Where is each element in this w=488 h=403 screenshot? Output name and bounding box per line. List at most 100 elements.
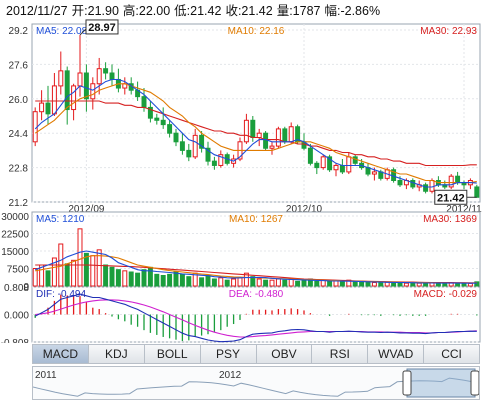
candle <box>391 167 397 183</box>
volume-bar <box>71 259 77 287</box>
candle-body <box>96 68 102 85</box>
volume-tick-label: 22500 <box>1 230 29 241</box>
macd-legend: MACD: -0.029 <box>414 289 478 300</box>
time-navigator[interactable]: 2011 2012 <box>32 366 480 400</box>
navigator-right-handle[interactable] <box>470 370 480 396</box>
volume-bar <box>231 278 237 287</box>
candle-body <box>51 85 57 115</box>
candle-body <box>339 164 345 173</box>
volume-bar <box>103 264 109 287</box>
volume-bar <box>352 281 358 287</box>
candle-body <box>243 119 249 143</box>
volume-bar <box>173 271 179 287</box>
volume-bar <box>128 271 134 287</box>
volume-bar <box>371 282 377 287</box>
volume-bar <box>199 277 205 287</box>
candle-body <box>71 85 77 111</box>
candle-body <box>314 162 320 169</box>
candle-body <box>250 119 256 139</box>
volume-bar <box>403 282 409 287</box>
volume-bar <box>269 279 275 287</box>
candle-body <box>307 147 313 164</box>
volume-bar <box>461 283 467 287</box>
navigator-left-handle[interactable] <box>402 370 412 396</box>
volume-bar <box>467 282 473 287</box>
navigator-year-label: 2012 <box>219 370 242 381</box>
candle <box>275 126 281 149</box>
volume-bar <box>224 279 230 287</box>
volume-bar <box>295 280 301 287</box>
candle <box>263 131 269 151</box>
candle-body <box>211 160 217 166</box>
candle-body <box>64 70 70 111</box>
candle-body <box>269 145 275 149</box>
volume-bar <box>147 266 153 287</box>
volume-bar <box>359 281 365 287</box>
volume-bar <box>83 252 89 287</box>
candle-body <box>167 124 173 134</box>
candle-body <box>352 156 358 164</box>
tab-macd[interactable]: MACD <box>33 345 89 363</box>
candle <box>320 154 326 170</box>
candle-body <box>275 128 281 147</box>
candle-body <box>429 180 435 192</box>
volume-bar <box>109 266 115 287</box>
macd-tick-label: 0.808 <box>4 283 29 294</box>
volume-bar <box>275 278 281 287</box>
volume-bar <box>391 282 397 287</box>
candle <box>295 124 301 144</box>
tab-boll[interactable]: BOLL <box>144 345 201 363</box>
high-callout-label: 28.97 <box>88 22 116 34</box>
candle-body <box>39 102 45 113</box>
candle <box>474 184 480 198</box>
volume-bar <box>160 275 166 287</box>
tab-rsi[interactable]: RSI <box>312 345 369 363</box>
candle-body <box>474 186 480 198</box>
volume-bar <box>256 278 262 287</box>
volume-ma5-legend: MA5: 1210 <box>36 214 85 225</box>
stock-chart[interactable]: 29.227.626.024.422.821.22012/09 2012/10 20… <box>0 0 488 343</box>
volume-ma30-legend: MA30: 1369 <box>423 214 477 225</box>
volume-bar <box>410 282 416 287</box>
candle-body <box>58 70 64 87</box>
candle-body <box>154 117 160 121</box>
volume-bar <box>333 280 339 287</box>
candle-body <box>77 72 83 87</box>
candle-body <box>186 149 192 158</box>
candle-body <box>256 132 262 138</box>
volume-bar <box>179 273 185 287</box>
candle-body <box>282 128 288 143</box>
tab-obv[interactable]: OBV <box>256 345 313 363</box>
navigator-year-label: 2011 <box>35 370 57 381</box>
volume-bar <box>211 278 217 287</box>
price-tick-label: 29.2 <box>9 26 29 37</box>
volume-bar <box>167 273 173 287</box>
volume-bar <box>442 282 448 287</box>
tab-kdj[interactable]: KDJ <box>88 345 145 363</box>
volume-bar <box>186 276 192 287</box>
candle-body <box>397 180 403 186</box>
candle-body <box>320 156 326 169</box>
candle-body <box>263 132 269 149</box>
candle-body <box>423 184 429 192</box>
candle-body <box>192 134 198 158</box>
tab-wvad[interactable]: WVAD <box>368 345 425 363</box>
price-panel <box>31 23 481 203</box>
volume-bar <box>237 277 243 287</box>
volume-bar <box>122 270 128 287</box>
price-tick-label: 24.4 <box>9 129 29 140</box>
candle-body <box>410 180 416 188</box>
volume-bar <box>141 269 147 287</box>
volume-bar <box>135 272 141 287</box>
ma30-legend: MA30: 22.93 <box>420 26 477 37</box>
volume-bar <box>205 275 211 287</box>
volume-bar <box>115 269 121 287</box>
candle <box>448 174 454 190</box>
tab-cci[interactable]: CCI <box>424 345 479 363</box>
price-tick-label: 22.8 <box>9 164 29 175</box>
candle-body <box>141 96 147 108</box>
volume-bar <box>90 255 96 287</box>
volume-ma10-legend: MA10: 1267 <box>229 214 283 225</box>
tab-psy[interactable]: PSY <box>200 345 257 363</box>
volume-bar <box>378 282 384 287</box>
